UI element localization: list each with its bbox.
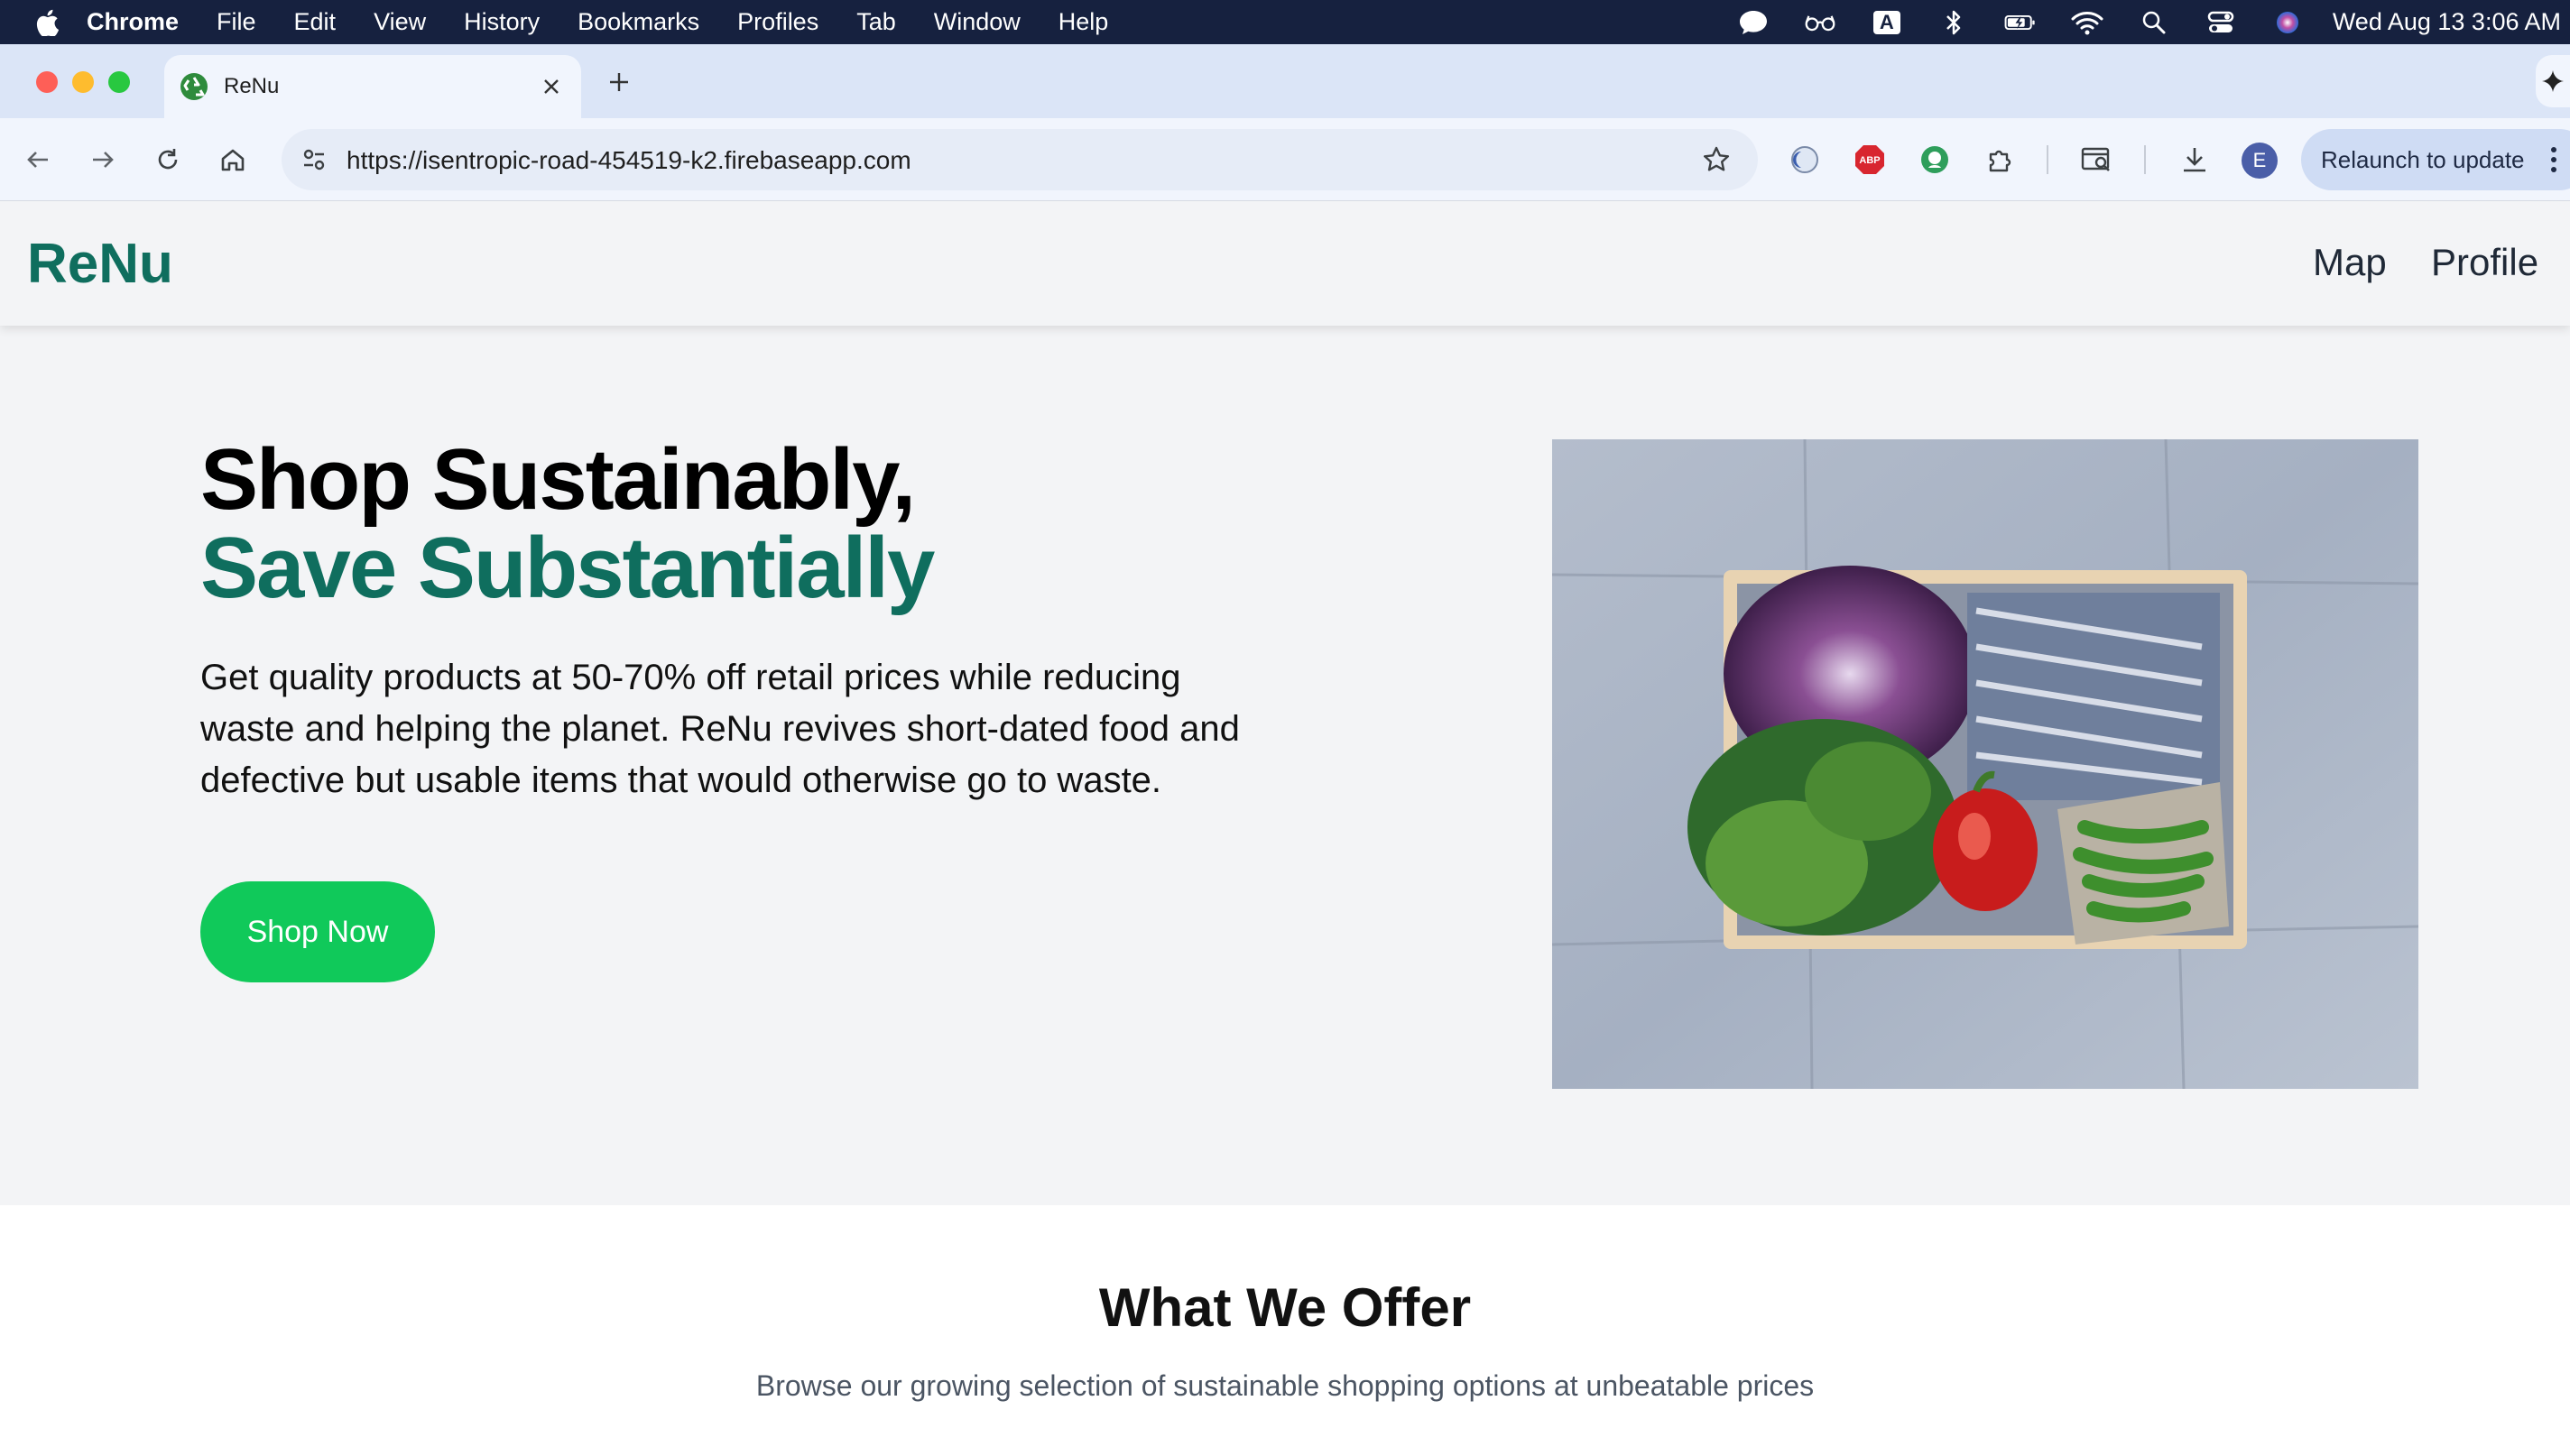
chrome-menu-kebab-icon[interactable] — [2545, 142, 2563, 178]
hero-title-line-1: Shop Sustainably, — [200, 431, 916, 528]
nav-link-profile[interactable]: Profile — [2431, 241, 2538, 284]
chat-bubble-icon[interactable] — [1737, 9, 1770, 36]
window-minimize-button[interactable] — [72, 71, 94, 93]
grammar-extension-icon[interactable] — [1917, 142, 1953, 178]
browser-tab-strip: ReNu — [0, 44, 2570, 118]
tab-search-icon[interactable] — [2079, 142, 2115, 178]
shop-now-button[interactable]: Shop Now — [200, 881, 435, 982]
menu-bookmarks[interactable]: Bookmarks — [578, 8, 699, 36]
bookmark-star-icon[interactable] — [1698, 142, 1734, 178]
tab-title: ReNu — [224, 74, 280, 98]
hero-title-line-2: Save Substantially — [200, 520, 935, 616]
new-tab-plus-icon[interactable] — [601, 64, 637, 100]
site-navbar: ReNu Map Profile — [0, 201, 2570, 326]
menu-app-chrome[interactable]: Chrome — [87, 8, 179, 36]
recycle-favicon-icon — [179, 71, 209, 102]
spotlight-icon[interactable] — [2138, 9, 2170, 36]
profile-avatar[interactable]: E — [2242, 143, 2278, 179]
privacy-extension-icon[interactable] — [1787, 142, 1823, 178]
relaunch-to-update-button[interactable]: Relaunch to update — [2301, 129, 2570, 190]
web-page: ReNu Map Profile Shop Sustainably, Save … — [0, 201, 2570, 1456]
wifi-icon[interactable] — [2071, 9, 2103, 36]
address-bar[interactable]: https://isentropic-road-454519-k2.fireba… — [282, 129, 1758, 190]
hero-description: Get quality products at 50-70% off retai… — [200, 658, 1240, 800]
menu-window[interactable]: Window — [934, 8, 1021, 36]
adblock-icon[interactable]: ABP — [1852, 142, 1888, 178]
hero-title: Shop Sustainably, Save Substantially — [200, 431, 935, 616]
toolbar-divider — [2047, 145, 2048, 174]
menu-history[interactable]: History — [464, 8, 540, 36]
siri-icon[interactable] — [2271, 9, 2304, 36]
nav-link-map[interactable]: Map — [2313, 241, 2387, 284]
browser-toolbar: https://isentropic-road-454519-k2.fireba… — [0, 118, 2570, 201]
reload-icon[interactable] — [150, 142, 186, 178]
battery-icon[interactable] — [2004, 9, 2037, 36]
forward-arrow-icon[interactable] — [85, 142, 121, 178]
home-icon[interactable] — [215, 142, 251, 178]
menu-view[interactable]: View — [374, 8, 426, 36]
toolbar-divider — [2144, 145, 2146, 174]
menu-edit[interactable]: Edit — [294, 8, 337, 36]
download-icon[interactable] — [2177, 142, 2213, 178]
offer-section-title: What We Offer — [1098, 1277, 1472, 1338]
glasses-icon[interactable] — [1804, 9, 1836, 36]
window-zoom-button[interactable] — [108, 71, 130, 93]
sparkle-icon[interactable] — [2536, 55, 2570, 107]
puzzle-extensions-icon[interactable] — [1982, 142, 2018, 178]
offer-section-subtitle: Browse our growing selection of sustaina… — [755, 1369, 1815, 1402]
bluetooth-icon[interactable] — [1937, 9, 1970, 36]
menu-profiles[interactable]: Profiles — [737, 8, 818, 36]
menu-bar-clock[interactable]: Wed Aug 13 3:06 AM — [2333, 8, 2561, 36]
window-close-button[interactable] — [36, 71, 58, 93]
adblock-label: ABP — [1859, 155, 1880, 166]
control-center-icon[interactable] — [2205, 9, 2237, 36]
site-logo[interactable]: ReNu — [27, 232, 173, 296]
menu-tab[interactable]: Tab — [856, 8, 896, 36]
menu-help[interactable]: Help — [1059, 8, 1109, 36]
apple-logo-icon[interactable] — [34, 8, 60, 37]
input-source-icon[interactable]: A — [1871, 9, 1903, 36]
browser-tab-renu[interactable]: ReNu — [164, 55, 581, 118]
menu-bar-status-area: A Wed Aug 13 3:06 AM — [1703, 0, 2561, 44]
tab-close-icon[interactable] — [538, 73, 565, 100]
macos-menu-bar: Chrome File Edit View History Bookmarks … — [0, 0, 2570, 44]
site-info-tune-icon[interactable] — [296, 142, 332, 178]
input-source-letter: A — [1872, 10, 1900, 34]
back-arrow-icon[interactable] — [20, 142, 56, 178]
address-bar-url[interactable]: https://isentropic-road-454519-k2.fireba… — [347, 146, 911, 175]
menu-file[interactable]: File — [217, 8, 256, 36]
hero-produce-crate-image — [1552, 439, 2418, 1089]
